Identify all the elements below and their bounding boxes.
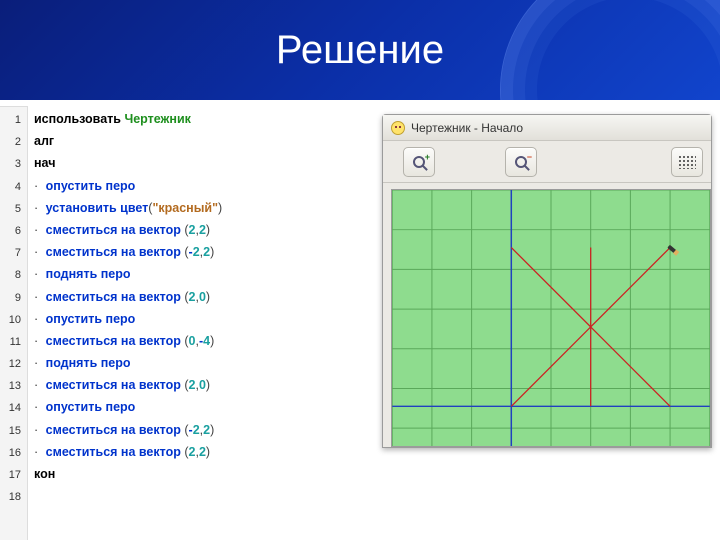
code-line[interactable]: использовать Чертежник [34,108,222,130]
code-line[interactable] [34,485,222,507]
code-line[interactable]: · сместиться на вектор (2,0) [34,286,222,308]
code-line[interactable]: · сместиться на вектор (-2,2) [34,241,222,263]
code-line[interactable]: алг [34,130,222,152]
drawer-canvas [392,190,710,446]
line-number-gutter: 123456789101112131415161718 [0,106,28,540]
code-line[interactable]: · сместиться на вектор (2,0) [34,374,222,396]
code-line[interactable]: нач [34,152,222,174]
window-title: Чертежник - Начало [411,121,523,135]
drawer-toolbar: + − [383,141,711,183]
grid-toggle-button[interactable] [671,147,703,177]
zoom-out-button[interactable]: − [505,147,537,177]
code-line[interactable]: · сместиться на вектор (2,2) [34,219,222,241]
zoom-in-button[interactable]: + [403,147,435,177]
code-line[interactable]: · установить цвет("красный") [34,197,222,219]
header-decoration [500,0,720,100]
code-line[interactable]: кон [34,463,222,485]
drawer-window: Чертежник - Начало + − [382,114,712,448]
code-line[interactable]: · сместиться на вектор (-2,2) [34,419,222,441]
code-body[interactable]: использовать Чертежникалгнач· опустить п… [28,106,222,540]
slide-title: Решение [276,28,444,73]
code-line[interactable]: · опустить перо [34,396,222,418]
code-line[interactable]: · опустить перо [34,175,222,197]
slide-header: Решение [0,0,720,100]
magnifier-minus-icon: − [515,156,527,168]
code-line[interactable]: · сместиться на вектор (0,-4) [34,330,222,352]
code-line[interactable]: · сместиться на вектор (2,2) [34,441,222,463]
code-line[interactable]: · поднять перо [34,263,222,285]
window-titlebar[interactable]: Чертежник - Начало [383,115,711,141]
grid-icon [678,155,696,169]
code-line[interactable]: · поднять перо [34,352,222,374]
app-icon [391,121,405,135]
code-line[interactable]: · опустить перо [34,308,222,330]
canvas-viewport[interactable] [391,189,711,447]
magnifier-plus-icon: + [413,156,425,168]
code-editor[interactable]: 123456789101112131415161718 использовать… [0,100,380,540]
